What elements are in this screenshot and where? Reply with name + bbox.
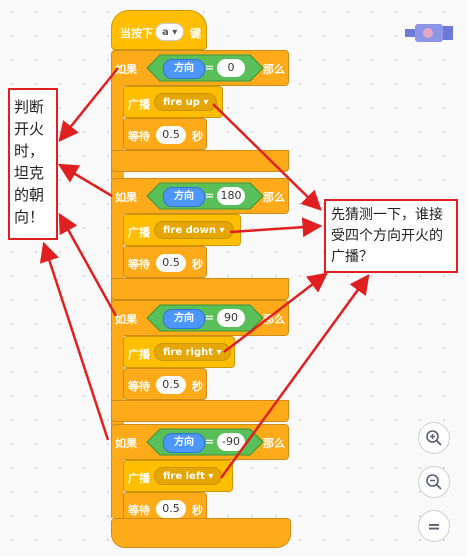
wait-seconds-input[interactable]: 0.5 xyxy=(156,254,186,272)
if-label: 如果 xyxy=(115,313,137,326)
equals-sign: = xyxy=(205,311,215,324)
sprite-thumbnail[interactable] xyxy=(405,22,453,44)
wait-unit: 秒 xyxy=(192,380,203,393)
if-label: 如果 xyxy=(115,191,137,204)
if-bottom-arm xyxy=(111,400,289,422)
zoom-out-button[interactable] xyxy=(418,466,450,498)
compare-value-input[interactable]: 90 xyxy=(217,309,245,327)
event-label: 当按下 xyxy=(120,27,153,40)
when-key-pressed-block[interactable]: 当按下 a ▾ 键 xyxy=(111,10,207,50)
wait-label: 等待 xyxy=(128,130,150,143)
zoom-in-button[interactable] xyxy=(418,422,450,454)
arrow-if4-to-left-note xyxy=(39,241,110,441)
broadcast-label: 广播 xyxy=(128,226,150,239)
wait-unit: 秒 xyxy=(192,504,203,517)
arrow-if2-to-left-note xyxy=(57,163,113,198)
if-label: 如果 xyxy=(115,63,137,76)
wait-unit: 秒 xyxy=(192,258,203,271)
broadcast-message-dropdown[interactable]: fire right ▾ xyxy=(154,343,231,361)
broadcast-label: 广播 xyxy=(128,98,150,111)
then-label: 那么 xyxy=(263,63,285,76)
broadcast-label: 广播 xyxy=(128,472,150,485)
compare-value-input[interactable]: 0 xyxy=(217,59,245,77)
direction-variable[interactable]: 方向 xyxy=(163,433,205,453)
wait-label: 等待 xyxy=(128,380,150,393)
if-block[interactable]: 如果 方向 = 0 那么广播 fire up ▾ 等待 0.5 秒 xyxy=(111,50,291,180)
if-block[interactable]: 如果 方向 = -90 那么广播 fire left ▾ 等待 0.5 秒 xyxy=(111,424,291,524)
broadcast-block[interactable]: 广播 fire right ▾ xyxy=(123,336,235,368)
broadcast-message-dropdown[interactable]: fire left ▾ xyxy=(154,467,223,485)
broadcast-block[interactable]: 广播 fire up ▾ xyxy=(123,86,223,118)
wait-block[interactable]: 等待 0.5 秒 xyxy=(123,368,207,400)
direction-variable[interactable]: 方向 xyxy=(163,59,205,79)
script-end-cap xyxy=(111,518,291,548)
arrow-if3-to-left-note xyxy=(58,212,118,317)
wait-seconds-input[interactable]: 0.5 xyxy=(156,500,186,518)
if-block[interactable]: 如果 方向 = 180 那么广播 fire down ▾ 等待 0.5 秒 xyxy=(111,178,291,308)
then-label: 那么 xyxy=(263,437,285,450)
zoom-in-icon xyxy=(426,430,442,446)
if-bottom-arm xyxy=(111,150,289,172)
equals-sign: = xyxy=(205,189,215,202)
if-label: 如果 xyxy=(115,437,137,450)
code-workspace[interactable]: 当按下 a ▾ 键 如果 方向 = 0 那么 广播 fire up ▾ 等待 0.5 秒如果 方向 =… xyxy=(0,0,467,556)
equals-sign: = xyxy=(205,61,215,74)
compare-value-input[interactable]: -90 xyxy=(217,433,245,451)
arrow-if1-to-left-note xyxy=(58,67,119,142)
note-left: 判断开火时，坦克的朝向！ xyxy=(8,88,58,240)
broadcast-message-dropdown[interactable]: fire down ▾ xyxy=(154,221,234,239)
compare-value-input[interactable]: 180 xyxy=(217,187,245,205)
wait-seconds-input[interactable]: 0.5 xyxy=(156,126,186,144)
wait-unit: 秒 xyxy=(192,130,203,143)
key-dropdown[interactable]: a ▾ xyxy=(155,23,185,41)
wait-block[interactable]: 等待 0.5 秒 xyxy=(123,118,207,150)
then-label: 那么 xyxy=(263,191,285,204)
if-block[interactable]: 如果 方向 = 90 那么广播 fire right ▾ 等待 0.5 秒 xyxy=(111,300,291,430)
if-bottom-arm xyxy=(111,278,289,300)
event-suffix: 键 xyxy=(190,27,201,40)
direction-variable[interactable]: 方向 xyxy=(163,187,205,207)
broadcast-block[interactable]: 广播 fire left ▾ xyxy=(123,460,233,492)
equals-sign: = xyxy=(205,435,215,448)
broadcast-label: 广播 xyxy=(128,348,150,361)
wait-label: 等待 xyxy=(128,504,150,517)
wait-label: 等待 xyxy=(128,258,150,271)
wait-block[interactable]: 等待 0.5 秒 xyxy=(123,246,207,278)
direction-variable[interactable]: 方向 xyxy=(163,309,205,329)
zoom-reset-icon: = xyxy=(427,516,441,536)
then-label: 那么 xyxy=(263,313,285,326)
wait-seconds-input[interactable]: 0.5 xyxy=(156,376,186,394)
broadcast-block[interactable]: 广播 fire down ▾ xyxy=(123,214,241,246)
zoom-out-icon xyxy=(426,474,442,490)
broadcast-message-dropdown[interactable]: fire up ▾ xyxy=(154,93,218,111)
note-right: 先猜测一下，谁接受四个方向开火的广播？ xyxy=(324,199,458,273)
zoom-reset-button[interactable]: = xyxy=(418,510,450,542)
